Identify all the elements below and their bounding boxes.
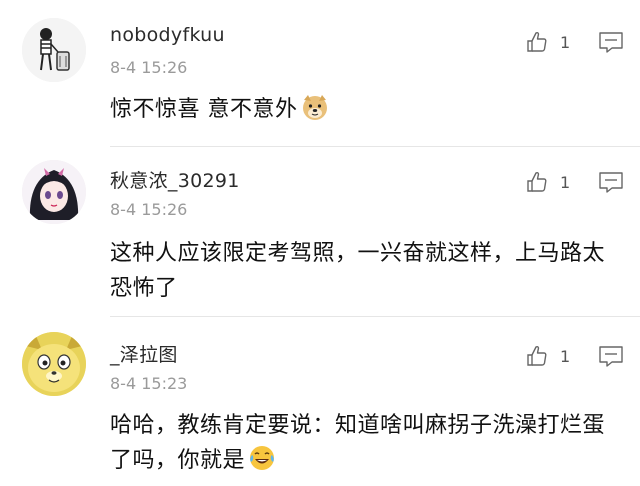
username[interactable]: _泽拉图: [110, 340, 178, 367]
timestamp: 8-4 15:23: [110, 374, 188, 393]
yellow-cartoon-icon: [22, 332, 86, 396]
laugh-cry-emoji-icon: [247, 443, 277, 473]
reply-button[interactable]: [598, 344, 624, 368]
thumbs-up-icon: [527, 345, 547, 366]
comment-text: 哈哈，教练肯定要说：知道啥叫麻拐子洗澡打烂蛋了吗，你就是: [110, 408, 610, 478]
comment-bubble-icon: [599, 346, 623, 367]
avatar[interactable]: [22, 332, 86, 396]
like-button[interactable]: 1: [526, 342, 574, 370]
comment-text-content: 哈哈，教练肯定要说：知道啥叫麻拐子洗澡打烂蛋了吗，你就是: [110, 413, 606, 473]
like-count: 1: [560, 346, 571, 366]
comment-item: _泽拉图 8-4 15:23 哈哈，教练肯定要说：知道啥叫麻拐子洗澡打烂蛋了吗，…: [0, 0, 640, 486]
